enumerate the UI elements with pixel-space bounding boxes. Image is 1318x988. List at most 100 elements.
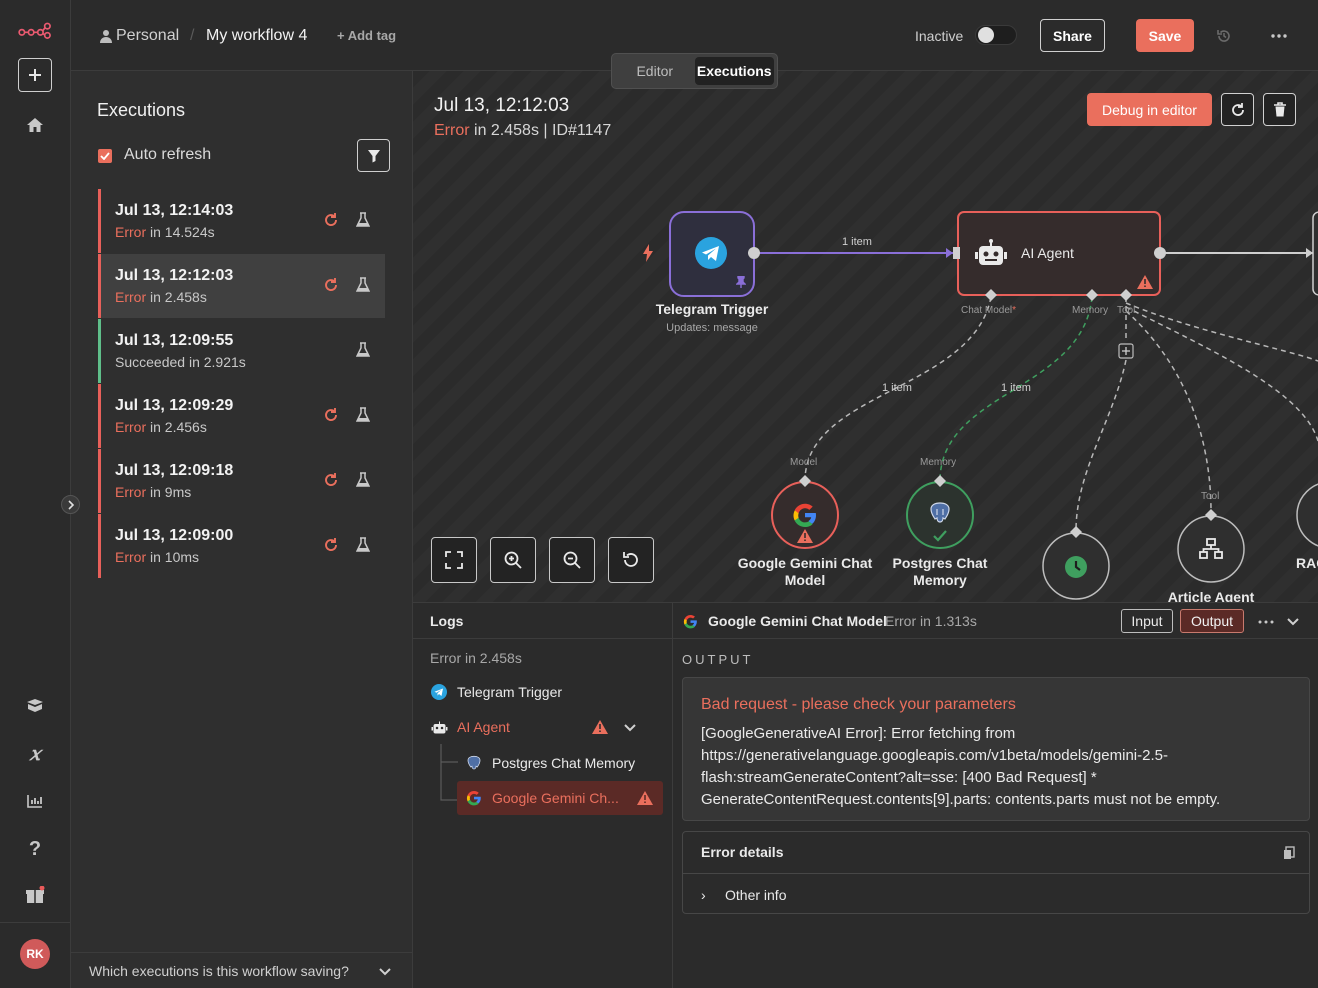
insights-icon[interactable] — [18, 784, 52, 818]
workflow-canvas[interactable]: Telegram Trigger Updates: message AI Age… — [413, 71, 1318, 602]
error-details-title: Error details — [701, 844, 784, 860]
google-icon — [683, 614, 698, 632]
refresh-icon[interactable] — [1221, 93, 1254, 126]
node-rag[interactable]: RAG — [1296, 555, 1318, 572]
port-chat-model: Chat Model* — [961, 305, 1017, 316]
chevron-down-icon[interactable] — [377, 963, 393, 979]
more-icon[interactable] — [1258, 611, 1278, 631]
execution-item-time: Jul 13, 12:14:03 — [115, 202, 234, 219]
breadcrumb-separator: / — [190, 27, 195, 44]
executions-title: Executions — [97, 100, 186, 120]
tab-editor[interactable]: Editor — [615, 57, 695, 85]
port-model-input: Model — [790, 457, 818, 468]
chevron-down-icon[interactable] — [1285, 613, 1301, 629]
network-icon — [1199, 538, 1223, 563]
other-info-toggle[interactable]: Other info — [725, 887, 786, 903]
more-icon[interactable] — [1267, 24, 1291, 48]
reset-zoom-icon[interactable] — [608, 537, 654, 583]
logs-title: Logs — [430, 613, 464, 629]
retry-icon[interactable] — [322, 471, 340, 489]
execution-item-time: Jul 13, 12:09:00 — [115, 527, 234, 544]
postgres-icon — [465, 754, 483, 772]
node-google-gemini[interactable]: Google Gemini Chat Model — [735, 555, 875, 589]
collapse-sidebar-button[interactable] — [61, 495, 80, 514]
node-ai-agent[interactable]: AI Agent — [1021, 245, 1074, 262]
flask-icon[interactable] — [354, 406, 372, 424]
avatar[interactable]: RK — [20, 939, 50, 969]
tab-executions[interactable]: Executions — [694, 57, 774, 85]
variables-icon[interactable]: 𝑥 — [18, 737, 52, 771]
share-button[interactable]: Share — [1040, 19, 1105, 52]
log-row-postgres[interactable]: Postgres Chat Memory — [465, 746, 635, 780]
help-icon[interactable]: ? — [18, 832, 52, 866]
input-tab-button[interactable]: Input — [1121, 609, 1173, 633]
retry-icon[interactable] — [322, 406, 340, 424]
clock-icon — [1064, 555, 1088, 582]
pin-icon — [735, 275, 747, 291]
node-article-agent[interactable]: Article Agent — [1151, 589, 1271, 602]
home-icon[interactable] — [18, 108, 52, 142]
auto-refresh-checkbox[interactable] — [98, 149, 112, 163]
copy-icon[interactable] — [1283, 846, 1297, 860]
history-icon[interactable] — [1212, 24, 1236, 48]
retry-icon[interactable] — [322, 276, 340, 294]
log-row-gemini[interactable]: Google Gemini Ch... — [457, 781, 663, 815]
log-row-telegram[interactable]: Telegram Trigger — [430, 675, 562, 709]
warning-icon — [592, 720, 608, 737]
error-message: [GoogleGenerativeAI Error]: Error fetchi… — [701, 725, 1221, 808]
flask-icon[interactable] — [354, 276, 372, 294]
debug-in-editor-button[interactable]: Debug in editor — [1087, 93, 1212, 126]
execution-item[interactable]: Jul 13, 12:09:00 Error in 10ms — [98, 514, 385, 578]
execution-item[interactable]: Jul 13, 12:09:29 Error in 2.456s — [98, 384, 385, 448]
templates-icon[interactable] — [18, 688, 52, 722]
retry-icon[interactable] — [322, 211, 340, 229]
execution-item[interactable]: Jul 13, 12:09:18 Error in 9ms — [98, 449, 385, 513]
chevron-down-icon[interactable] — [623, 720, 637, 737]
details-divider — [683, 873, 1309, 874]
postgres-icon — [928, 501, 952, 528]
execution-item-status: Error in 2.458s — [115, 289, 207, 305]
retry-icon[interactable] — [322, 536, 340, 554]
output-panel: Google Gemini Chat Model Error in 1.313s… — [673, 602, 1318, 988]
flask-icon[interactable] — [354, 211, 372, 229]
n8n-logo-icon[interactable] — [18, 13, 52, 47]
flask-icon[interactable] — [354, 536, 372, 554]
breadcrumb-project[interactable]: Personal — [116, 27, 179, 45]
toggle-knob — [978, 27, 994, 43]
chevron-right-icon[interactable]: › — [701, 887, 706, 903]
gift-icon[interactable] — [18, 878, 52, 912]
execution-item[interactable]: Jul 13, 12:14:03 Error in 14.524s — [98, 189, 385, 253]
filter-icon — [367, 149, 380, 162]
google-icon — [465, 789, 483, 807]
zoom-in-icon[interactable] — [490, 537, 536, 583]
log-row-ai-agent[interactable]: AI Agent — [430, 710, 660, 744]
executions-panel: Executions Auto refresh Jul 13, 12:14:03… — [71, 71, 413, 988]
save-button[interactable]: Save — [1136, 19, 1194, 52]
output-tab-button[interactable]: Output — [1180, 609, 1244, 633]
auto-refresh-label[interactable]: Auto refresh — [124, 146, 211, 164]
active-toggle[interactable] — [975, 25, 1017, 45]
fit-view-icon[interactable] — [431, 537, 477, 583]
error-box: Bad request - please check your paramete… — [682, 677, 1310, 821]
execution-item[interactable]: Jul 13, 12:12:03 Error in 2.458s — [98, 254, 385, 318]
edge-label-memory: 1 item — [1001, 382, 1031, 394]
node-postgres-memory[interactable]: Postgres Chat Memory — [885, 555, 995, 589]
filter-button[interactable] — [357, 139, 390, 172]
rail-divider — [0, 922, 71, 923]
check-icon — [933, 529, 947, 545]
saving-question: Which executions is this workflow saving… — [89, 963, 349, 979]
execution-item-status: Succeeded in 2.921s — [115, 354, 246, 370]
node-telegram-trigger[interactable]: Telegram Trigger — [642, 301, 782, 318]
execution-item-status: Error in 14.524s — [115, 224, 215, 240]
zoom-out-icon[interactable] — [549, 537, 595, 583]
flask-icon[interactable] — [354, 341, 372, 359]
execution-item[interactable]: Jul 13, 12:09:55 Succeeded in 2.921s — [98, 319, 385, 383]
flask-icon[interactable] — [354, 471, 372, 489]
plus-icon[interactable] — [18, 58, 52, 92]
trash-icon[interactable] — [1263, 93, 1296, 126]
add-tag-link[interactable]: + Add tag — [337, 28, 396, 43]
saving-settings-bar[interactable]: Which executions is this workflow saving… — [71, 952, 412, 988]
output-section-label: OUTPUT — [682, 652, 754, 667]
workflow-name[interactable]: My workflow 4 — [206, 27, 307, 45]
edge-label-main: 1 item — [842, 236, 872, 248]
